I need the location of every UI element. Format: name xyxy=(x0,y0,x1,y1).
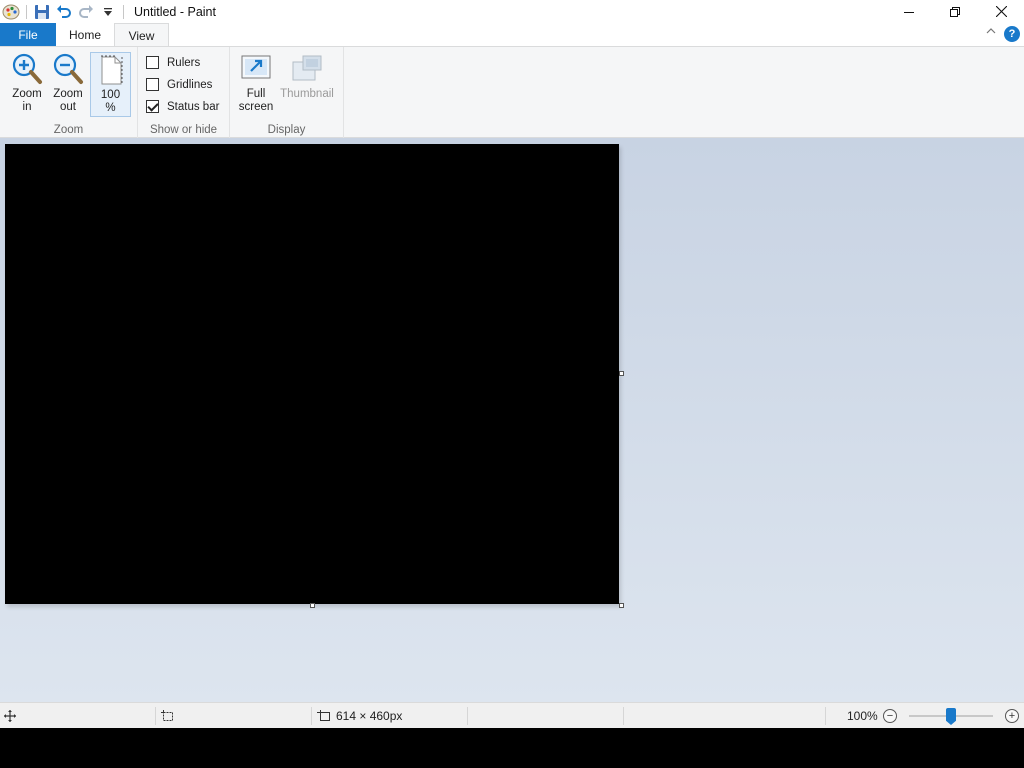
cursor-position-icon xyxy=(4,703,16,729)
qat-separator xyxy=(123,4,124,19)
minimize-button[interactable] xyxy=(886,0,932,23)
redo-icon[interactable] xyxy=(77,3,95,21)
status-bar-checkbox-box[interactable] xyxy=(146,100,159,113)
zoom-group: Zoom in Zoom out 100 % Zoom xyxy=(0,47,138,138)
display-group-label: Display xyxy=(267,124,306,136)
full-screen-icon xyxy=(240,52,272,86)
display-group: Full screen Thumbnail Display xyxy=(230,47,344,138)
customize-dropdown-icon[interactable] xyxy=(99,3,117,21)
status-divider xyxy=(825,707,826,725)
status-bar: 614 × 460px 100% − + xyxy=(0,702,1024,728)
status-divider xyxy=(311,707,312,725)
plus-icon: + xyxy=(1008,709,1016,722)
rulers-label: Rulers xyxy=(167,56,201,69)
thumbnail-label: Thumbnail xyxy=(280,88,334,100)
gridlines-label: Gridlines xyxy=(167,78,213,91)
undo-icon[interactable] xyxy=(55,3,73,21)
collapse-ribbon-icon[interactable] xyxy=(986,27,996,38)
quick-access-toolbar xyxy=(0,0,130,23)
tab-view[interactable]: View xyxy=(114,23,169,47)
image-size-text: 614 × 460px xyxy=(336,709,403,723)
image-size-icon xyxy=(317,710,330,721)
zoom-in-label: Zoom in xyxy=(12,88,42,113)
drawing-canvas[interactable] xyxy=(5,144,619,604)
page-100-icon xyxy=(95,53,127,87)
taskbar-area xyxy=(0,728,1024,768)
minimize-icon xyxy=(904,11,914,13)
zoom-out-button[interactable]: Zoom out xyxy=(49,52,87,114)
status-bar-checkbox[interactable]: Status bar xyxy=(146,100,219,113)
image-size-display: 614 × 460px xyxy=(317,703,402,729)
title-bar: Untitled - Paint xyxy=(0,0,1024,23)
zoom-in-button[interactable]: Zoom in xyxy=(8,52,46,114)
status-divider xyxy=(623,707,624,725)
paint-app-icon[interactable] xyxy=(2,3,20,21)
resize-handle-corner[interactable] xyxy=(619,603,624,608)
zoom-out-icon xyxy=(52,52,84,86)
gridlines-checkbox[interactable]: Gridlines xyxy=(146,78,212,91)
zoom-level-text: 100% xyxy=(847,709,878,723)
zoom-out-small-button[interactable]: − xyxy=(883,709,897,723)
ribbon-tabs: File Home View ? xyxy=(0,23,1024,47)
status-bar-label: Status bar xyxy=(167,100,220,113)
help-icon[interactable]: ? xyxy=(1004,26,1020,42)
thumbnail-icon xyxy=(291,52,323,86)
tab-file[interactable]: File xyxy=(0,23,56,46)
window-title: Untitled - Paint xyxy=(134,4,216,19)
show-or-hide-group: Rulers Gridlines Status bar Show or hide xyxy=(138,47,230,138)
minus-icon: − xyxy=(886,709,894,722)
resize-handle-bottom[interactable] xyxy=(310,603,315,608)
zoom-in-small-button[interactable]: + xyxy=(1005,709,1019,723)
rulers-checkbox-box[interactable] xyxy=(146,56,159,69)
zoom-group-label: Zoom xyxy=(53,124,84,136)
tab-home[interactable]: Home xyxy=(56,23,114,46)
restore-button[interactable] xyxy=(932,0,978,23)
work-area[interactable] xyxy=(0,138,1024,702)
thumbnail-button[interactable]: Thumbnail xyxy=(278,52,336,101)
gridlines-checkbox-box[interactable] xyxy=(146,78,159,91)
close-icon xyxy=(995,6,1007,17)
save-icon[interactable] xyxy=(33,3,51,21)
zoom-in-icon xyxy=(11,52,43,86)
qat-separator xyxy=(26,4,27,19)
zoom-slider-thumb[interactable] xyxy=(946,708,956,725)
full-screen-button[interactable]: Full screen xyxy=(236,52,276,114)
actual-size-label: 100 % xyxy=(100,89,121,114)
resize-handle-right[interactable] xyxy=(619,371,624,376)
rulers-checkbox[interactable]: Rulers xyxy=(146,56,200,69)
selection-size-icon xyxy=(161,703,175,729)
restore-icon xyxy=(950,6,960,17)
close-button[interactable] xyxy=(978,0,1024,23)
show-or-hide-group-label: Show or hide xyxy=(149,124,218,136)
status-divider xyxy=(467,707,468,725)
window-controls xyxy=(886,0,1024,23)
zoom-out-label: Zoom out xyxy=(53,88,83,113)
status-divider xyxy=(155,707,156,725)
actual-size-button[interactable]: 100 % xyxy=(90,52,131,117)
ribbon: Zoom in Zoom out 100 % Zoom Rulers Gridl… xyxy=(0,46,1024,138)
full-screen-label: Full screen xyxy=(238,88,274,113)
